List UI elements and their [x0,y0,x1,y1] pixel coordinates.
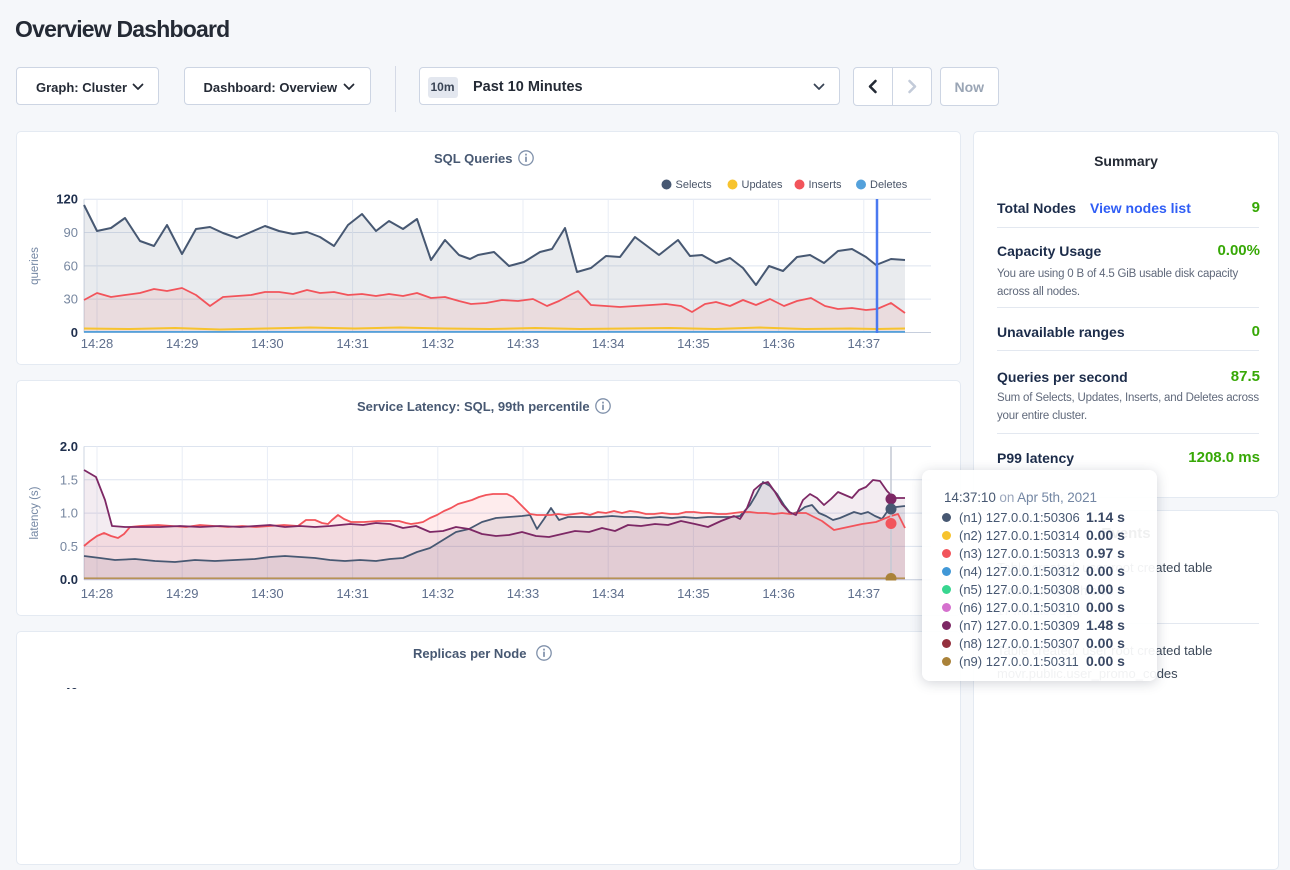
svg-text:14:36: 14:36 [762,336,795,351]
svg-text:14:29: 14:29 [166,336,199,351]
svg-text:14:34: 14:34 [592,336,625,351]
svg-text:queries: queries [29,247,41,285]
svg-text:14:37: 14:37 [848,586,881,601]
svg-text:latency (s): latency (s) [29,486,41,539]
svg-text:90: 90 [64,225,78,240]
svg-text:14:32: 14:32 [422,336,455,351]
svg-text:14:29: 14:29 [166,586,199,601]
svg-text:14:31: 14:31 [336,586,369,601]
svg-text:14:31: 14:31 [336,336,369,351]
svg-text:14:28: 14:28 [81,336,114,351]
svg-text:60: 60 [64,258,78,273]
svg-text:14:34: 14:34 [592,586,625,601]
svg-text:14:28: 14:28 [81,586,114,601]
svg-text:14:35: 14:35 [677,336,710,351]
svg-text:40: 40 [64,685,78,689]
svg-text:14:33: 14:33 [507,586,540,601]
svg-text:1.5: 1.5 [60,472,78,487]
svg-text:120: 120 [56,192,78,207]
svg-text:14:30: 14:30 [251,586,284,601]
svg-text:14:37: 14:37 [848,336,881,351]
svg-text:14:32: 14:32 [422,586,455,601]
svg-text:0: 0 [71,325,78,340]
svg-text:14:33: 14:33 [507,336,540,351]
svg-text:30: 30 [64,292,78,307]
svg-text:0.0: 0.0 [60,572,78,587]
svg-text:14:30: 14:30 [251,336,284,351]
svg-text:14:36: 14:36 [762,586,795,601]
svg-text:1.0: 1.0 [60,506,78,521]
svg-text:2.0: 2.0 [60,439,78,454]
svg-text:14:35: 14:35 [677,586,710,601]
svg-text:0.5: 0.5 [60,539,78,554]
